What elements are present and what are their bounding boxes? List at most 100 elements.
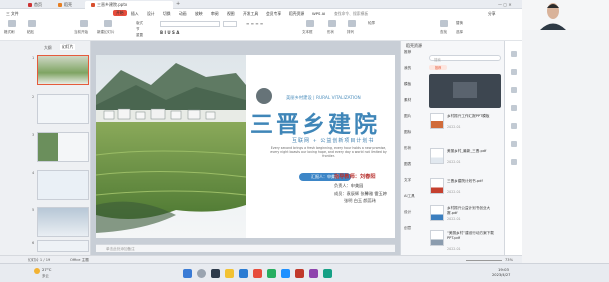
- slide-thumbnail-5[interactable]: [37, 207, 89, 237]
- paragraph-buttons[interactable]: ≡ ≡ ≡ ≡: [246, 21, 286, 27]
- find-icon[interactable]: [440, 20, 448, 27]
- wps-icon: [28, 3, 32, 7]
- paste-icon[interactable]: [28, 20, 36, 27]
- image-icon[interactable]: [511, 105, 517, 111]
- subtitle: 美丽乡村建设 | RURAL VITALIZATION: [286, 96, 361, 101]
- menu-wps-ai[interactable]: WPS AI: [312, 11, 325, 16]
- edge-icon[interactable]: [239, 269, 248, 278]
- slide-thumbnail-1[interactable]: [37, 55, 89, 85]
- layout-button[interactable]: 版式: [136, 21, 143, 26]
- category-item[interactable]: 推荐: [404, 50, 411, 55]
- weather-temp[interactable]: 27°C: [42, 267, 51, 272]
- shape-panel-icon[interactable]: [511, 123, 517, 129]
- app-icon[interactable]: [309, 269, 318, 278]
- shape-label: 形状: [327, 30, 334, 34]
- slide-number: 3: [32, 133, 35, 137]
- category-item[interactable]: 图片: [404, 114, 411, 119]
- result-thumbnail: [430, 205, 444, 221]
- result-item[interactable]: 美丽乡村_最新_三晋.pdf 2022.01: [430, 148, 500, 170]
- outline-button[interactable]: 轮廓: [368, 21, 375, 26]
- new-tab-button[interactable]: +: [176, 1, 180, 7]
- pptx-icon: [91, 3, 95, 7]
- weather-desc: 多云: [42, 274, 49, 278]
- result-thumbnail: [430, 113, 444, 129]
- presenter-avatar: [522, 0, 609, 30]
- slide-thumbnail-2[interactable]: [37, 94, 89, 124]
- result-item[interactable]: “美丽乡村”建设行动方案下载PPT.pdf 2022.01: [430, 230, 500, 252]
- ribbon-toolbar: 格式刷 粘贴 当前开始 新建幻灯片 版式 节 重置 B I U S A ≡ ≡ …: [0, 17, 609, 41]
- app-icon[interactable]: [323, 269, 332, 278]
- category-item[interactable]: 素材: [404, 98, 411, 103]
- reset-button[interactable]: 重置: [136, 33, 143, 38]
- wps-taskbar-icon[interactable]: [253, 269, 262, 278]
- zoom-slider[interactable]: [466, 260, 502, 261]
- tab-home[interactable]: 首页: [22, 1, 46, 9]
- search-icon[interactable]: [197, 269, 206, 278]
- tab-outline[interactable]: 大纲: [44, 45, 52, 51]
- panel-search-input[interactable]: 搜索: [429, 55, 501, 62]
- section-button[interactable]: 节: [136, 27, 140, 32]
- slide-number: 6: [32, 241, 35, 245]
- members-line-2: 张明 白玉 颜蕊玮: [344, 198, 376, 203]
- tencent-meeting-icon[interactable]: [281, 269, 290, 278]
- tab-slides[interactable]: 幻灯片: [60, 44, 76, 50]
- notes-pane[interactable]: 单击此处添加备注: [96, 244, 395, 252]
- textbox-icon[interactable]: [306, 20, 314, 27]
- font-style-buttons[interactable]: B I U S A: [160, 30, 237, 36]
- result-thumbnail: [430, 230, 444, 246]
- category-item[interactable]: 模板: [404, 82, 411, 87]
- category-item[interactable]: 形状: [404, 146, 411, 151]
- paste-label: 粘贴: [27, 30, 34, 34]
- replace-button[interactable]: 替换: [456, 21, 463, 26]
- format-painter-icon[interactable]: [8, 20, 16, 27]
- textbox-label: 文本框: [302, 30, 313, 34]
- title-bar: 首页 稻壳 三晋乡建院.pptx + — ▢ ✕: [0, 0, 609, 9]
- file-explorer-icon[interactable]: [225, 269, 234, 278]
- property-icon[interactable]: [511, 51, 517, 57]
- arrange-label: 排列: [347, 30, 354, 34]
- tab-document[interactable]: 三晋乡建院.pptx: [85, 1, 173, 9]
- help-icon[interactable]: [511, 159, 517, 165]
- panel-header: 稻壳资源: [406, 43, 422, 48]
- font-size-select[interactable]: [223, 21, 237, 27]
- find-label: 查找: [440, 30, 447, 34]
- window-controls[interactable]: — ▢ ✕: [498, 2, 518, 7]
- app-icon[interactable]: [295, 269, 304, 278]
- slide-thumbnail-4[interactable]: [37, 170, 89, 200]
- menu-start[interactable]: 开始: [113, 10, 127, 16]
- animation-icon[interactable]: [511, 87, 517, 93]
- slide-canvas[interactable]: 美丽乡村建设 | RURAL VITALIZATION 三晋乡建院 互联网 + …: [96, 55, 395, 238]
- new-slide-icon[interactable]: [104, 20, 112, 27]
- zoom-level[interactable]: 73%: [505, 258, 513, 262]
- clock-date[interactable]: 2023/4/27: [492, 273, 510, 277]
- category-item[interactable]: AI工具: [404, 194, 415, 199]
- wechat-icon[interactable]: [267, 269, 276, 278]
- slide-title: 三晋乡建院: [250, 111, 380, 138]
- settings-icon[interactable]: [511, 141, 517, 147]
- category-item[interactable]: 设计: [404, 210, 411, 215]
- select-button[interactable]: 选择: [456, 30, 463, 35]
- windows-start-icon[interactable]: [183, 269, 192, 278]
- panel-chip[interactable]: 推荐: [429, 65, 447, 70]
- webcam-area: [522, 0, 609, 282]
- category-item[interactable]: 文字: [404, 178, 411, 183]
- slide-thumbnail-6[interactable]: [37, 240, 89, 252]
- slide-number: 4: [32, 171, 35, 175]
- tab-docer[interactable]: 稻壳: [52, 1, 76, 9]
- result-item[interactable]: 乡村振兴工作汇报PPT模板 2022.01: [430, 113, 500, 135]
- arrange-icon[interactable]: [348, 20, 356, 27]
- result-item[interactable]: 乡村振兴公益计划书创业大赛.pdf 2022.01: [430, 205, 500, 227]
- slide-thumbnail-3[interactable]: [37, 132, 89, 162]
- category-item[interactable]: 图标: [404, 130, 411, 135]
- clock-time[interactable]: 19:03: [498, 267, 509, 272]
- result-item[interactable]: 三晋乡建院计划书.pdf 2022.01: [430, 178, 500, 200]
- font-family-select[interactable]: [160, 21, 220, 27]
- video-preview[interactable]: [429, 74, 501, 108]
- category-item[interactable]: 图表: [404, 162, 411, 167]
- play-current-icon[interactable]: [80, 20, 88, 27]
- category-item[interactable]: 我的: [404, 66, 411, 71]
- category-item[interactable]: 创意: [404, 226, 411, 231]
- task-view-icon[interactable]: [211, 269, 220, 278]
- template-icon[interactable]: [511, 69, 517, 75]
- shape-icon[interactable]: [328, 20, 336, 27]
